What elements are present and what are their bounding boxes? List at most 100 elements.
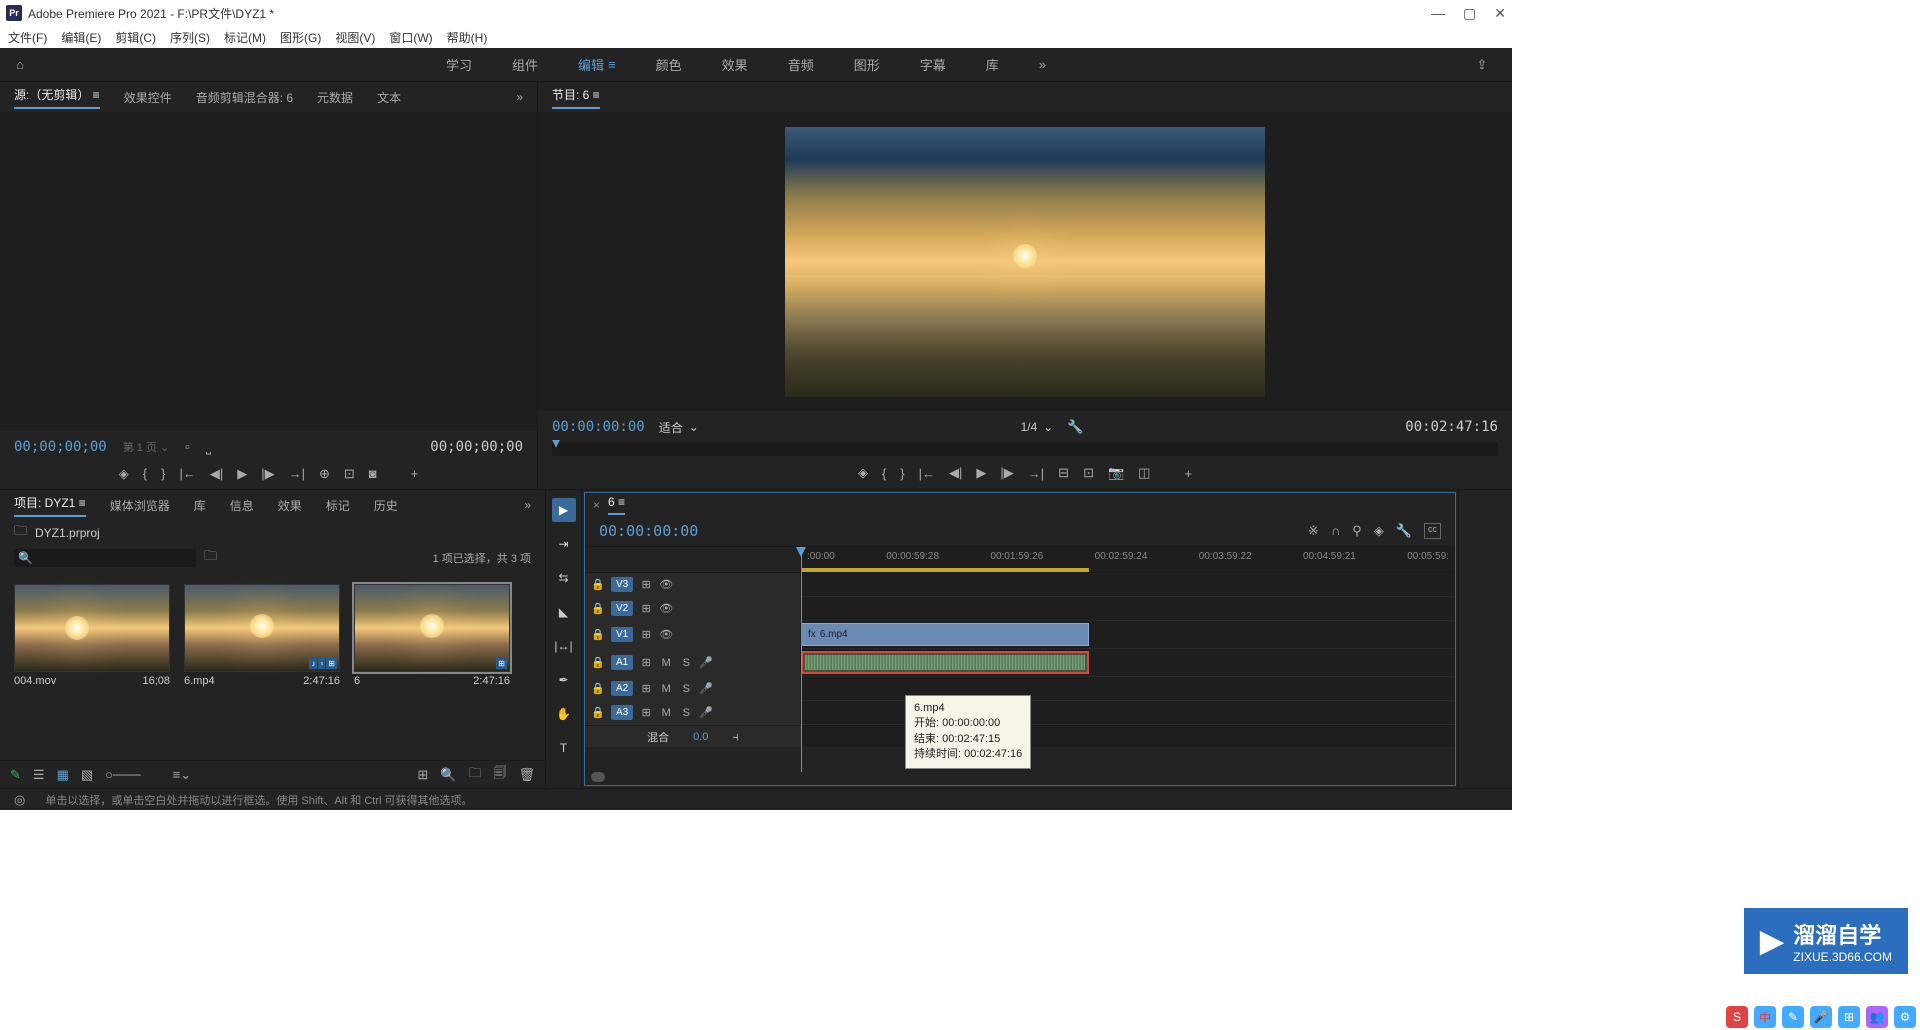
menu-marker[interactable]: 标记(M)	[224, 29, 266, 46]
step-back-icon[interactable]: ◀|	[949, 465, 962, 481]
out-point-icon[interactable]: }	[161, 466, 165, 481]
icon-view-icon[interactable]: ▦	[57, 767, 69, 783]
new-item-icon[interactable]: 🗐	[493, 764, 506, 786]
tab-libraries[interactable]: 库	[194, 497, 206, 514]
menu-view[interactable]: 视图(V)	[335, 29, 375, 46]
clip-item[interactable]: 004.mov16;08	[14, 584, 170, 746]
playhead[interactable]	[801, 547, 802, 772]
timeline-scrollbar[interactable]	[585, 769, 1455, 785]
tab-effect-controls[interactable]: 效果控件	[124, 89, 172, 106]
compare-icon[interactable]: ◫	[1138, 465, 1150, 481]
source-drag-audio-icon[interactable]: ⎵	[206, 439, 211, 455]
play-icon[interactable]: ▶	[237, 466, 247, 482]
new-bin-icon[interactable]: 🗀	[204, 547, 217, 569]
cc-icon[interactable]: ◎	[14, 792, 25, 808]
menu-edit[interactable]: 编辑(E)	[61, 29, 101, 46]
find-icon[interactable]: 🔍	[440, 767, 456, 783]
panel-overflow-icon[interactable]: »	[524, 498, 531, 512]
panel-overflow-icon[interactable]: »	[516, 90, 523, 104]
track-header-a3[interactable]: 🔒A3⊞MS🎤	[585, 701, 801, 724]
in-point-icon[interactable]: {	[143, 466, 147, 481]
clip-item[interactable]: ♪▫⊞ 6.mp42:47:16	[184, 584, 340, 746]
tab-text[interactable]: 文本	[377, 89, 401, 106]
source-pager[interactable]: 第 1 页 ⌄	[123, 439, 170, 455]
rw-toggle-icon[interactable]: ✎	[10, 767, 21, 783]
bin-icon[interactable]: 🗀	[14, 522, 27, 544]
program-timecode[interactable]: 00:00:00:00	[552, 419, 645, 435]
export-frame-icon[interactable]: 📷	[1108, 465, 1124, 481]
selection-tool[interactable]: ▶	[552, 498, 576, 522]
add-button-icon[interactable]: +	[411, 466, 419, 481]
marker-icon[interactable]: ◈	[119, 466, 129, 482]
razor-tool[interactable]: ◣	[552, 600, 576, 624]
source-out-timecode[interactable]: 00;00;00;00	[430, 439, 523, 455]
video-clip[interactable]: fx6.mp4	[801, 623, 1089, 646]
source-drag-video-icon[interactable]: ▫	[185, 439, 190, 454]
mix-track-header[interactable]: 混合0.0⫞	[585, 726, 801, 747]
maximize-button[interactable]: ▢	[1463, 5, 1476, 22]
tab-markers[interactable]: 标记	[326, 497, 350, 514]
tray-ime-icon[interactable]: 中	[1754, 1006, 1776, 1028]
timeline-ruler[interactable]: :00:0000:00:59:2800:01:59:2600:02:59:240…	[801, 547, 1455, 572]
tab-project[interactable]: 项目: DYZ1 ≡	[14, 494, 86, 517]
tray-icon[interactable]: ⊞	[1838, 1006, 1860, 1028]
clip-item[interactable]: ⊞ 62:47:16	[354, 584, 510, 746]
workspace-learn[interactable]: 学习	[446, 55, 472, 74]
settings-icon[interactable]: 🔧	[1067, 419, 1083, 435]
workspace-audio[interactable]: 音频	[788, 55, 814, 74]
zoom-slider-icon[interactable]: ○───	[105, 767, 140, 782]
tab-effects[interactable]: 效果	[278, 497, 302, 514]
track-header-v2[interactable]: 🔒V2⊞👁	[585, 597, 801, 620]
home-icon[interactable]: ⌂	[16, 57, 24, 72]
tab-audio-mixer[interactable]: 音频剪辑混合器: 6	[196, 89, 293, 106]
pen-tool[interactable]: ✒	[552, 668, 576, 692]
source-in-timecode[interactable]: 00;00;00;00	[14, 439, 107, 455]
tab-history[interactable]: 历史	[374, 497, 398, 514]
list-view-icon[interactable]: ☰	[33, 767, 45, 783]
trash-icon[interactable]: 🗑	[518, 767, 535, 783]
overwrite-icon[interactable]: ⊡	[344, 466, 355, 482]
hand-tool[interactable]: ✋	[552, 702, 576, 726]
menu-file[interactable]: 文件(F)	[8, 29, 47, 46]
track-header-v1[interactable]: 🔒V1⊞👁	[585, 621, 801, 648]
sequence-tab[interactable]: 6 ≡	[608, 495, 625, 515]
out-point-icon[interactable]: }	[900, 466, 904, 481]
in-point-icon[interactable]: {	[882, 466, 886, 481]
extract-icon[interactable]: ⊡	[1083, 465, 1094, 481]
marker-icon[interactable]: ◈	[858, 465, 868, 481]
tray-mic-icon[interactable]: 🎤	[1810, 1006, 1832, 1028]
tab-media-browser[interactable]: 媒体浏览器	[110, 497, 170, 514]
minimize-button[interactable]: —	[1431, 5, 1445, 22]
menu-graphics[interactable]: 图形(G)	[280, 29, 321, 46]
track-header-a2[interactable]: 🔒A2⊞MS🎤	[585, 677, 801, 700]
go-in-icon[interactable]: |←	[919, 466, 935, 481]
lift-icon[interactable]: ⊟	[1058, 465, 1069, 481]
go-out-icon[interactable]: →|	[289, 466, 305, 481]
tray-icon[interactable]: ⚙	[1894, 1006, 1916, 1028]
sort-icon[interactable]: ≡⌄	[173, 767, 191, 783]
workspace-captions[interactable]: 字幕	[920, 55, 946, 74]
magnet-icon[interactable]: ∩	[1331, 523, 1340, 539]
step-fwd-icon[interactable]: |▶	[261, 466, 274, 482]
track-header-a1[interactable]: 🔒A1⊞MS🎤	[585, 649, 801, 676]
slip-tool[interactable]: |↔|	[552, 634, 576, 658]
workspace-assembly[interactable]: 组件	[512, 55, 538, 74]
insert-icon[interactable]: ⊕	[319, 466, 330, 482]
tray-icon[interactable]: ✎	[1782, 1006, 1804, 1028]
close-seq-icon[interactable]: ×	[593, 498, 600, 512]
source-monitor[interactable]	[0, 112, 537, 431]
new-bin-icon[interactable]: 🗀	[468, 764, 481, 786]
workspace-effects[interactable]: 效果	[722, 55, 748, 74]
track-select-tool[interactable]: ⇥	[552, 532, 576, 556]
go-in-icon[interactable]: |←	[179, 466, 195, 481]
ripple-tool[interactable]: ⇆	[552, 566, 576, 590]
workspace-overflow[interactable]: »	[1039, 55, 1046, 74]
menu-window[interactable]: 窗口(W)	[389, 29, 432, 46]
automate-icon[interactable]: ⊞	[417, 767, 428, 783]
resolution-select[interactable]: 1/4 ⌄	[1021, 420, 1054, 434]
close-button[interactable]: ✕	[1494, 5, 1506, 22]
program-monitor[interactable]	[785, 127, 1265, 397]
caption-icon[interactable]: cc	[1424, 523, 1441, 539]
workspace-libraries[interactable]: 库	[986, 55, 999, 74]
zoom-fit-select[interactable]: 适合 ⌄	[659, 419, 699, 436]
